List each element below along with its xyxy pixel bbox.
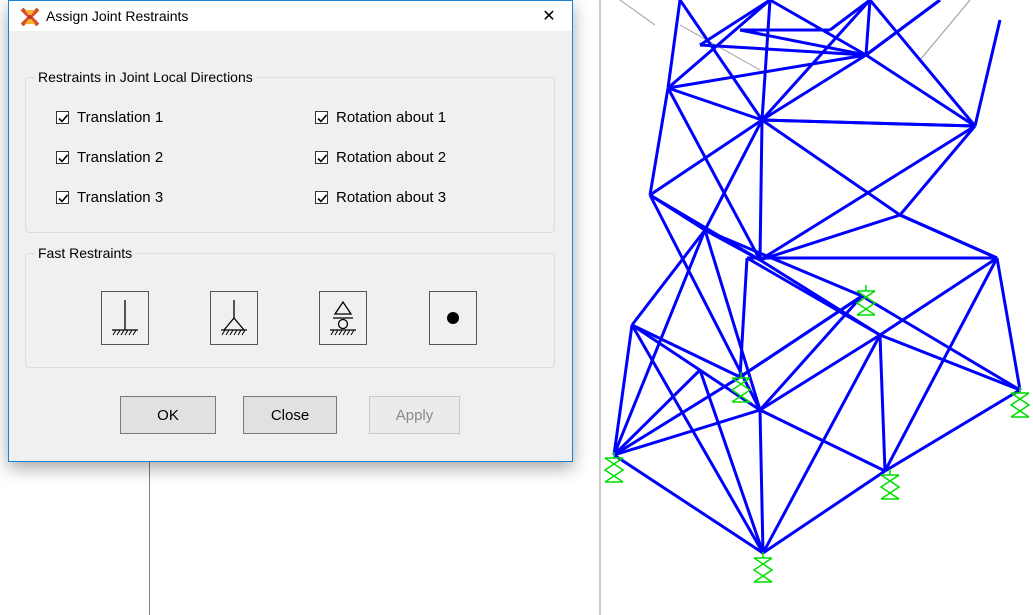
- rotation-about-3-checkbox[interactable]: Rotation about 3: [315, 189, 446, 206]
- fixed-support-icon: [112, 300, 138, 336]
- checkbox-label: Rotation about 2: [336, 149, 447, 166]
- free-restraint-button[interactable]: [429, 291, 477, 345]
- frame-member[interactable]: [613, 453, 764, 555]
- frame-member[interactable]: [761, 334, 882, 554]
- frame-member[interactable]: [762, 469, 886, 555]
- translation-1-checkbox[interactable]: Translation 1: [56, 109, 163, 126]
- pinned-restraint-button[interactable]: [210, 291, 258, 345]
- fast-restraints-group-label: Fast Restraints: [34, 245, 137, 261]
- frame-member[interactable]: [761, 118, 976, 128]
- frame-member[interactable]: [613, 375, 741, 457]
- frame-member[interactable]: [879, 256, 998, 337]
- frame-member[interactable]: [758, 119, 764, 261]
- frame-member[interactable]: [649, 118, 763, 197]
- roller-restraint-button[interactable]: [319, 291, 367, 345]
- frame-member[interactable]: [861, 294, 1021, 392]
- frame-member[interactable]: [898, 125, 977, 216]
- check-icon: [58, 114, 69, 123]
- frame-member[interactable]: [760, 0, 772, 121]
- joint-support-icon[interactable]: [1009, 387, 1031, 418]
- title-bar[interactable]: Assign Joint Restraints ✕: [9, 1, 572, 31]
- roller-support-icon: [330, 300, 356, 336]
- restraints-group-label: Restraints in Joint Local Directions: [34, 69, 257, 85]
- checkbox-label: Rotation about 1: [336, 109, 447, 126]
- checkbox-box[interactable]: [56, 191, 69, 204]
- sap2000-icon: [21, 8, 39, 26]
- frame-member[interactable]: [899, 213, 998, 260]
- pinned-support-icon: [221, 300, 247, 336]
- close-button[interactable]: Close: [243, 396, 337, 434]
- frame-member[interactable]: [759, 213, 901, 262]
- check-icon: [317, 114, 328, 123]
- check-icon: [58, 194, 69, 203]
- checkbox-label: Translation 1: [77, 109, 164, 126]
- joint-support-icon[interactable]: [752, 552, 774, 583]
- grid-line: [619, 0, 656, 26]
- rotation-about-2-checkbox[interactable]: Rotation about 2: [315, 149, 446, 166]
- checkbox-box[interactable]: [56, 111, 69, 124]
- rotation-about-1-checkbox[interactable]: Rotation about 1: [315, 109, 446, 126]
- frame-member[interactable]: [612, 229, 707, 456]
- frame-member[interactable]: [760, 0, 872, 122]
- frame-member[interactable]: [759, 124, 976, 262]
- frame-member[interactable]: [630, 229, 707, 326]
- joint-supports: [603, 285, 1031, 583]
- check-icon: [317, 194, 328, 203]
- checkbox-box[interactable]: [56, 151, 69, 164]
- frame-member[interactable]: [864, 0, 872, 56]
- frame-member[interactable]: [758, 409, 765, 554]
- frame-members: [612, 0, 1022, 555]
- frame-member[interactable]: [759, 408, 886, 473]
- checkbox-box[interactable]: [315, 151, 328, 164]
- free-joint-icon: [447, 312, 459, 324]
- checkbox-label: Rotation about 3: [336, 189, 447, 206]
- apply-button[interactable]: Apply: [369, 396, 460, 434]
- ok-button[interactable]: OK: [120, 396, 216, 434]
- dialog-title: Assign Joint Restraints: [46, 8, 189, 24]
- frame-member[interactable]: [829, 0, 871, 32]
- check-icon: [317, 154, 328, 163]
- frame-member[interactable]: [666, 0, 682, 89]
- restraints-group: Restraints in Joint Local Directions Tra…: [25, 69, 555, 233]
- assign-joint-restraints-dialog: Assign Joint Restraints ✕ Restraints in …: [8, 0, 573, 462]
- translation-3-checkbox[interactable]: Translation 3: [56, 189, 163, 206]
- frame-member[interactable]: [761, 118, 901, 217]
- frame-member[interactable]: [648, 87, 670, 196]
- close-window-button[interactable]: ✕: [526, 1, 572, 31]
- frame-member[interactable]: [699, 0, 771, 47]
- close-icon: ✕: [542, 8, 556, 25]
- frame-member[interactable]: [865, 53, 976, 128]
- frame-member[interactable]: [879, 333, 1021, 392]
- joint-support-icon[interactable]: [603, 452, 625, 483]
- checkbox-label: Translation 3: [77, 189, 164, 206]
- frame-member[interactable]: [759, 333, 881, 412]
- checkbox-label: Translation 2: [77, 149, 164, 166]
- checkbox-box[interactable]: [315, 111, 328, 124]
- frame-member[interactable]: [973, 19, 1002, 127]
- fixed-restraint-button[interactable]: [101, 291, 149, 345]
- frame-member[interactable]: [868, 0, 977, 127]
- translation-2-checkbox[interactable]: Translation 2: [56, 149, 163, 166]
- frame-member[interactable]: [995, 257, 1022, 391]
- frame-member[interactable]: [878, 334, 887, 472]
- check-icon: [58, 154, 69, 163]
- checkbox-box[interactable]: [315, 191, 328, 204]
